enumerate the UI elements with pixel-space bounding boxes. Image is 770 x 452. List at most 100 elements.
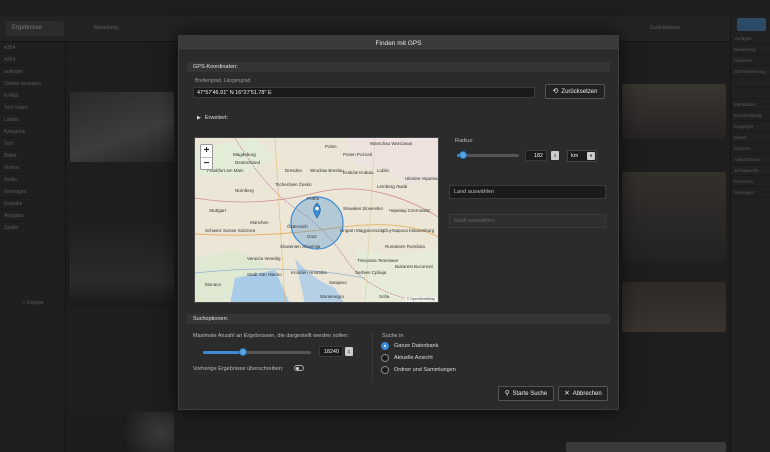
- map-view[interactable]: Polen Warschau Warszawa Posen Poznań Mag…: [194, 137, 439, 303]
- sidebar-row: E-Mail: [0, 90, 65, 102]
- background-reset-label: Zurücksetzen: [650, 25, 681, 31]
- right-panel-row: Sternbewertung: [731, 66, 770, 77]
- right-panel-row: Metadaten: [731, 99, 770, 110]
- search-options-header: Suchoptionen:: [187, 314, 610, 324]
- right-panel-row: Kamera: [731, 143, 770, 154]
- zoom-out-button[interactable]: −: [201, 157, 212, 169]
- sidebar-row: Ausgabe: [0, 210, 65, 222]
- map-place-label: Slowenien Slovenija: [280, 244, 321, 249]
- reset-icon: ⟲: [552, 88, 559, 95]
- right-panel-row: Bewertung: [731, 44, 770, 55]
- sidebar-row: Spalte: [0, 222, 65, 234]
- map-place-label: Cluj-Napoca Klausenburg: [383, 228, 435, 233]
- background-thumbnail: [622, 172, 726, 262]
- map-place-label: Kraków Krakau: [343, 170, 374, 175]
- map-place-label: Magdeburg: [233, 152, 256, 157]
- background-thumbnail: [70, 222, 174, 307]
- search-in-radio-current-view[interactable]: [381, 354, 389, 362]
- right-panel-row: Datum: [731, 132, 770, 143]
- map-place-label: Posen Poznań: [343, 152, 373, 157]
- right-panel-row: Vorlagen: [731, 33, 770, 44]
- sidebar-row: Bilder: [0, 150, 65, 162]
- max-results-slider-handle[interactable]: [238, 348, 247, 356]
- map-place-label: Österreich: [287, 224, 308, 229]
- map-place-label: München: [250, 220, 269, 225]
- radius-slider-handle[interactable]: [459, 151, 468, 159]
- search-icon: ⚲: [504, 390, 510, 397]
- expand-arrow-icon: ▶: [197, 115, 201, 121]
- sidebar-row: 4354: [0, 54, 65, 66]
- max-results-input[interactable]: 18240: [319, 346, 343, 357]
- radius-unit-select[interactable]: km ▼: [567, 150, 597, 162]
- search-in-option-label[interactable]: Ganze Datenbank: [394, 343, 438, 349]
- radius-value-input[interactable]: 182: [525, 150, 547, 161]
- overwrite-results-toggle[interactable]: [294, 365, 304, 371]
- start-search-button[interactable]: ⚲ Starte Suche: [498, 386, 554, 401]
- right-panel-row: [731, 88, 770, 99]
- map-place-label: Venezia Venedig: [247, 256, 281, 261]
- search-in-radio-database[interactable]: [381, 342, 389, 350]
- background-thumbnail: [622, 84, 726, 139]
- sidebar-row: Ordner anzeigen: [0, 78, 65, 90]
- search-in-option-label[interactable]: Aktuelle Ansicht: [394, 355, 433, 361]
- search-in-option-label[interactable]: Ordner und Sammlungen: [394, 367, 456, 373]
- city-select[interactable]: Stadt auswählen: [449, 214, 606, 228]
- map-place-label: Deutschland: [235, 160, 261, 165]
- country-select[interactable]: Land auswählen: [449, 185, 606, 199]
- map-place-label: Serbien Србија: [355, 270, 387, 275]
- max-results-slider[interactable]: [203, 348, 311, 356]
- spinner-icon[interactable]: ⇕: [345, 347, 353, 356]
- map-place-label: Timișoara Temeswar: [357, 258, 399, 263]
- sidebar-row: Text: [0, 138, 65, 150]
- right-panel-row: [731, 77, 770, 88]
- background-logo: Ergebnisse: [6, 21, 64, 36]
- coordinates-input[interactable]: 47°57'46.91" N 16°27'51.78" E: [193, 87, 535, 98]
- map-place-label: Graz: [307, 234, 317, 239]
- map-place-label: Praha: [307, 196, 320, 201]
- map-place-label: Stuttgart: [209, 208, 227, 213]
- coordinates-label: Breitengrad, Längengrad: [195, 78, 251, 84]
- map-place-label: Lublin: [377, 168, 390, 173]
- sidebar-row: Audio: [0, 174, 65, 186]
- background-thumbnail: [622, 282, 726, 332]
- gps-coordinates-header: GPS-Koordinaten:: [187, 62, 610, 72]
- sidebar-row: Kategorie: [0, 126, 65, 138]
- overwrite-results-label: Vorherige Ergebnisse überschreiben:: [193, 366, 284, 372]
- options-divider: [372, 332, 373, 382]
- background-panel-button: [737, 18, 766, 31]
- sidebar-row: Text Video: [0, 102, 65, 114]
- map-place-label: Ungarn Magyarország: [340, 228, 385, 233]
- right-panel-row: Personen: [731, 176, 770, 187]
- radius-label: Radius:: [455, 138, 474, 144]
- sidebar-row: Sonstiges: [0, 186, 65, 198]
- sidebar-row: Eingabe: [0, 198, 65, 210]
- reset-button[interactable]: ⟲ Zurücksetzen: [545, 84, 605, 99]
- map-zoom-control: + −: [200, 144, 213, 170]
- search-in-radio-folders[interactable]: [381, 366, 389, 374]
- spinner-icon[interactable]: ⇕: [551, 151, 559, 160]
- map-place-label: Tschechien Česko: [275, 182, 312, 187]
- advanced-expander[interactable]: ▶ Erweitert:: [197, 115, 228, 121]
- cancel-label: Abbrechen: [572, 391, 602, 397]
- map-place-label: Schweiz Suisse Svizzera: [205, 228, 256, 233]
- zoom-in-button[interactable]: +: [201, 145, 212, 157]
- map-place-label: Sarajevo: [329, 280, 347, 285]
- radius-slider[interactable]: [457, 151, 519, 159]
- gps-search-dialog: Finden mit GPS GPS-Koordinaten: Breiteng…: [178, 35, 619, 410]
- sidebar-row: Labels: [0, 114, 65, 126]
- map-place-label: Monaco: [205, 282, 222, 287]
- map-place-label: Nürnberg: [235, 188, 254, 193]
- map-place-label: Dresden: [285, 168, 303, 173]
- advanced-label: Erweitert:: [204, 115, 229, 121]
- radius-unit-value: km: [571, 153, 579, 159]
- map-attribution[interactable]: © OpenStreetMap: [404, 297, 437, 301]
- sidebar-row: auflegen: [0, 66, 65, 78]
- cancel-button[interactable]: ✕ Abbrechen: [558, 386, 608, 401]
- close-icon: ✕: [564, 390, 570, 397]
- right-panel-row: Copyright: [731, 121, 770, 132]
- right-panel-row: Beschreibung: [731, 110, 770, 121]
- map-place-label: Lemberg Львів: [377, 184, 408, 189]
- sidebar-row: Videos: [0, 162, 65, 174]
- chevron-down-icon: ▼: [587, 152, 595, 160]
- reset-button-label: Zurücksetzen: [561, 89, 598, 95]
